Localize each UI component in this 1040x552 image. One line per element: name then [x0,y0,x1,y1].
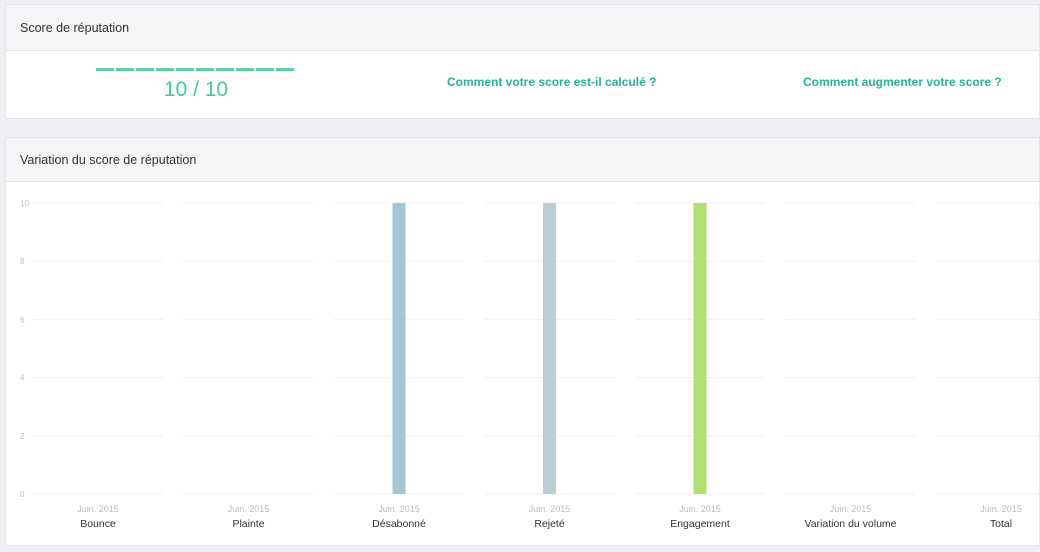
score-segment [276,68,294,71]
panel-label: Plainte [232,518,264,530]
panel-label: Variation du volume [804,518,896,530]
reputation-score-panel: Score de réputation 10 / 10 Comment votr… [5,4,1040,119]
x-tick-label: Juin. 2015 [77,504,119,514]
panel-label: Désabonné [372,518,426,530]
panel-label: Total [990,518,1012,530]
score-body: 10 / 10 Comment votre score est-il calcu… [6,51,1039,119]
x-tick-label: Juin. 2015 [228,504,270,514]
score-segment [256,68,274,71]
chart-svg: 0 2 4 6 8 10 Juin. 2015 Bounce Juin. 2015 Plainte… [20,199,1040,530]
score-segment [156,68,174,71]
score-variation-chart: 0 2 4 6 8 10 Juin. 2015 Bounce Juin. 2015 Plainte… [6,182,1040,547]
panel-label: Engagement [670,518,730,530]
score-segment [96,68,114,71]
y-tick-label: 0 [20,490,25,499]
score-segment [196,68,214,71]
y-tick-label: 8 [20,257,25,266]
score-segment [136,68,154,71]
bar-rejeté [543,203,556,494]
score-value: 10 / 10 [163,78,229,101]
panel-label: Rejeté [534,518,565,530]
y-tick-label: 6 [20,315,25,324]
y-tick-label: 10 [20,199,29,208]
score-segment [176,68,194,71]
bar-engagement [693,203,707,494]
panel-label: Bounce [80,518,116,530]
x-tick-label: Juin. 2015 [679,504,721,514]
score-segment [216,68,234,71]
x-tick-label: Juin. 2015 [980,504,1022,514]
score-segment [116,68,134,71]
score-segment [236,68,254,71]
bar-désabonné [392,203,406,494]
reputation-score-title: Score de réputation [6,5,1039,51]
x-tick-label: Juin. 2015 [830,504,872,514]
score-variation-title: Variation du score de réputation [6,138,1039,182]
score-meter [96,68,294,71]
how-score-calculated-link[interactable]: Comment votre score est-il calculé ? [447,75,656,89]
x-tick-label: Juin. 2015 [378,504,420,514]
y-tick-label: 4 [20,374,25,383]
score-variation-panel: Variation du score de réputation 0 2 4 6 8 10… [5,137,1040,546]
x-tick-label: Juin. 2015 [529,504,571,514]
how-improve-score-link[interactable]: Comment augmenter votre score ? [803,75,1002,89]
y-tick-label: 2 [20,432,25,441]
